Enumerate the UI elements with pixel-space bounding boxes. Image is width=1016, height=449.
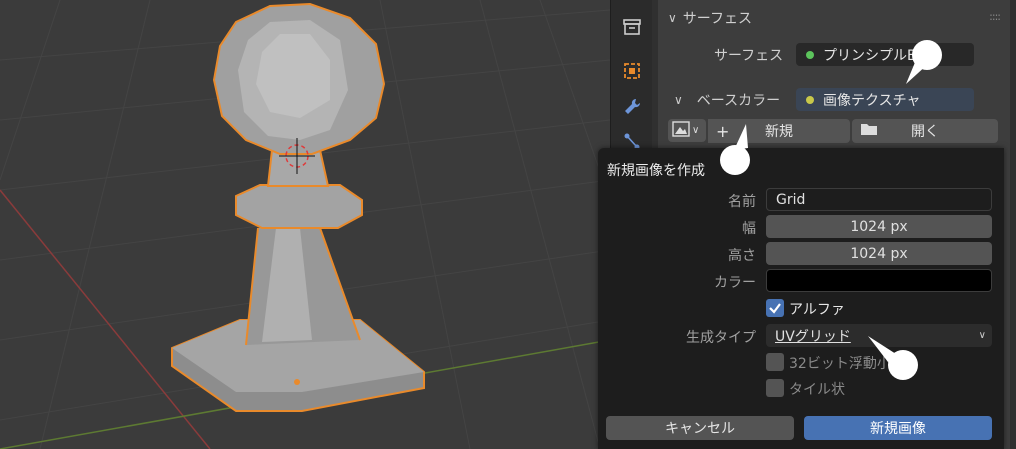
checkmark-icon xyxy=(769,303,781,314)
plus-icon: + xyxy=(716,121,730,141)
surface-socket-dot xyxy=(806,50,814,59)
color-label: カラー xyxy=(714,275,756,291)
create-image-button[interactable]: 新規画像 xyxy=(804,416,992,440)
width-label: 幅 xyxy=(742,221,756,237)
wrench-icon[interactable] xyxy=(619,94,645,120)
surface-shader-field[interactable]: プリンシプルB xyxy=(796,43,974,66)
tiled-label: タイル状 xyxy=(789,382,845,398)
base-color-row: ∨ ベースカラー xyxy=(674,90,780,110)
archive-icon[interactable] xyxy=(619,14,645,40)
new-button-label: 新規 xyxy=(765,124,793,140)
chevron-down-icon: ∨ xyxy=(668,11,677,25)
object-origin xyxy=(294,379,300,385)
cancel-button[interactable]: キャンセル xyxy=(606,416,794,440)
color-swatch[interactable] xyxy=(766,269,992,292)
alpha-checkbox[interactable] xyxy=(766,299,784,317)
name-input[interactable]: Grid xyxy=(766,188,992,211)
section-title: サーフェス xyxy=(682,11,752,27)
folder-icon xyxy=(860,122,878,140)
dialog-title: 新規画像を作成 xyxy=(607,163,705,179)
chevron-down-icon: ∨ xyxy=(692,125,700,136)
base-color-value: 画像テクスチャ xyxy=(823,92,921,109)
annotation-pointer xyxy=(734,124,748,150)
image-icon xyxy=(672,120,690,141)
height-field[interactable]: 1024 px xyxy=(766,242,992,265)
3d-viewport[interactable] xyxy=(0,0,610,449)
open-button-label: 開く xyxy=(911,124,939,140)
surface-section-header[interactable]: ∨ サーフェス xyxy=(668,8,752,28)
chevron-down-icon[interactable]: ∨ xyxy=(674,93,683,107)
generated-type-value: UVグリッド xyxy=(775,328,851,345)
viewport-scene xyxy=(0,0,610,449)
base-color-label: ベースカラー xyxy=(696,93,781,109)
name-label: 名前 xyxy=(728,194,756,210)
annotation-pointer xyxy=(906,60,928,84)
new-image-dialog: 新規画像を作成 名前 Grid 幅 1024 px 高さ 1024 px カラー… xyxy=(598,148,1004,449)
surface-label: サーフェス xyxy=(714,48,784,64)
height-label: 高さ xyxy=(728,248,756,264)
surface-shader-value: プリンシプルB xyxy=(823,47,917,64)
annotation-pointer xyxy=(868,336,896,362)
drag-grip-icon[interactable]: :::: xyxy=(989,10,1001,23)
object-icon[interactable] xyxy=(619,58,645,84)
alpha-label: アルファ xyxy=(789,302,845,318)
generated-type-label: 生成タイプ xyxy=(686,330,756,346)
image-browse-button[interactable]: ∨ xyxy=(668,119,706,142)
float-buffer-checkbox[interactable] xyxy=(766,353,784,371)
base-color-field[interactable]: 画像テクスチャ xyxy=(796,88,974,111)
chevron-down-icon: ∨ xyxy=(978,330,986,341)
open-image-button[interactable]: 開く xyxy=(852,119,998,143)
tiled-checkbox[interactable] xyxy=(766,379,784,397)
base-color-socket-dot xyxy=(806,95,814,104)
width-field[interactable]: 1024 px xyxy=(766,215,992,238)
